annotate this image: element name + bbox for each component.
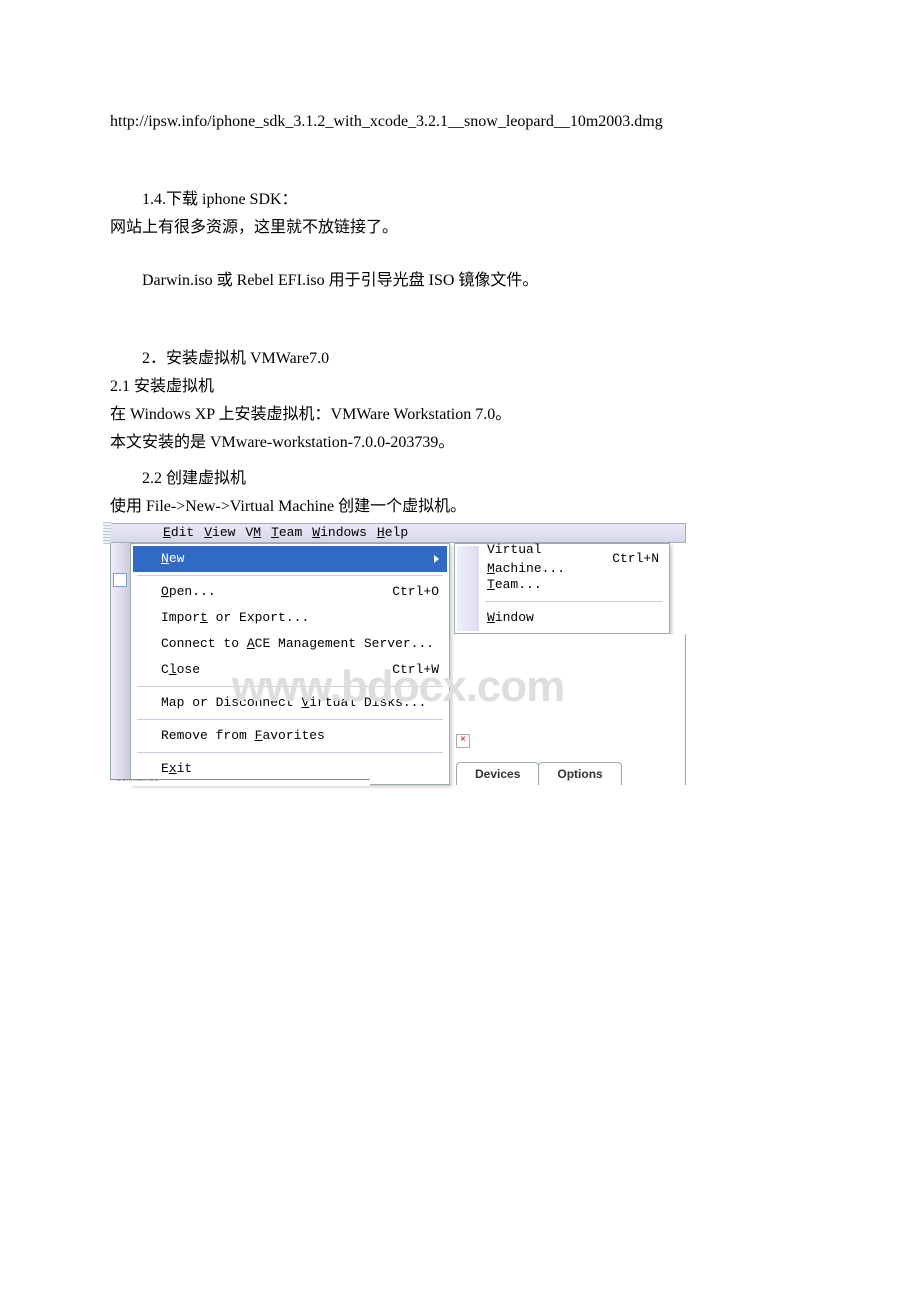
section-1-4: 1.4.下载 iphone SDK： xyxy=(110,188,810,212)
menu-windows[interactable]: Windows xyxy=(312,523,367,543)
submenu-item-virtual-machine[interactable]: Virtual Machine... Ctrl+N xyxy=(457,546,667,572)
url-line: http://ipsw.info/iphone_sdk_3.1.2_with_x… xyxy=(110,110,810,134)
new-submenu: Virtual Machine... Ctrl+N Team... Window xyxy=(454,543,670,634)
menu-edit[interactable]: Edit xyxy=(163,523,194,543)
shortcut-label: Ctrl+N xyxy=(612,549,659,569)
submenu-item-team[interactable]: Team... xyxy=(457,572,667,598)
menu-separator xyxy=(137,575,443,576)
menu-item-remove-favorites[interactable]: Remove from Favorites xyxy=(133,723,447,749)
menu-separator xyxy=(485,601,663,602)
submenu-item-window[interactable]: Window xyxy=(457,605,667,631)
section-2-2: 2.2 创建虚拟机 xyxy=(110,467,810,491)
section-2-1: 2.1 安装虚拟机 xyxy=(110,375,810,399)
line-2-2-a: 使用 File->New->Virtual Machine 创建一个虚拟机。 xyxy=(110,495,810,519)
watermark: www.bdocx.com xyxy=(232,654,565,720)
menu-separator xyxy=(137,752,443,753)
menu-vm[interactable]: VM xyxy=(245,523,261,543)
submenu-arrow-icon xyxy=(434,555,439,563)
menu-item-import[interactable]: Import or Export... xyxy=(133,605,447,631)
tab-devices[interactable]: Devices xyxy=(456,762,539,785)
vmware-screenshot: Edit View VM Team Windows Help New Open.… xyxy=(110,523,686,785)
shortcut-label: Ctrl+O xyxy=(392,582,439,602)
menu-item-new[interactable]: New xyxy=(133,546,447,572)
menu-view[interactable]: View xyxy=(204,523,235,543)
close-icon[interactable]: × xyxy=(456,734,470,748)
line-1-4-b: Darwin.iso 或 Rebel EFI.iso 用于引导光盘 ISO 镜像… xyxy=(110,269,810,293)
toolbar-open-icon[interactable] xyxy=(113,573,127,587)
menu-team[interactable]: Team xyxy=(271,523,302,543)
menu-item-open[interactable]: Open... Ctrl+O xyxy=(133,579,447,605)
cutoff-strip: Commands xyxy=(110,779,370,786)
tab-options[interactable]: Options xyxy=(538,762,621,785)
line-1-4-a: 网站上有很多资源，这里就不放链接了。 xyxy=(110,216,810,240)
section-2: 2．安装虚拟机 VMWare7.0 xyxy=(110,347,810,371)
line-2-1-a: 在 Windows XP 上安装虚拟机：VMWare Workstation 7… xyxy=(110,403,810,427)
menu-help[interactable]: Help xyxy=(377,523,408,543)
toolbar-strip xyxy=(110,543,130,785)
line-2-1-b: 本文安装的是 VMware-workstation-7.0.0-203739。 xyxy=(110,431,810,455)
